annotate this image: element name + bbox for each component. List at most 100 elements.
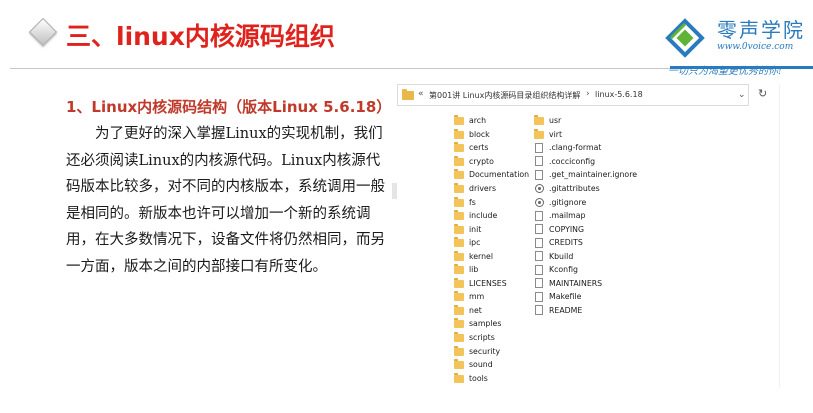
file-icon [535, 156, 543, 167]
file-name: tools [469, 373, 488, 383]
file-list-item[interactable]: lib [454, 263, 529, 277]
file-name: .clang-format [549, 143, 602, 153]
logo-mark-icon [665, 18, 705, 58]
file-name: scripts [469, 333, 495, 343]
folder-icon [454, 359, 464, 370]
folder-icon [454, 264, 464, 275]
file-name: samples [469, 319, 502, 329]
file-name: MAINTAINERS [549, 278, 603, 288]
file-name: LICENSES [469, 278, 507, 288]
file-name: kernel [469, 251, 494, 261]
file-list-item[interactable]: README [534, 304, 637, 318]
breadcrumb-separator-icon[interactable]: › [586, 89, 590, 99]
file-list-item[interactable]: kernel [454, 249, 529, 263]
file-name: block [469, 129, 490, 139]
file-list-item[interactable]: .cocciconfig [534, 155, 637, 169]
address-bar[interactable]: « 第001讲 Linux内核源码目录组织结构详解 › linux-5.6.18… [397, 84, 779, 106]
refresh-icon[interactable]: ↻ [758, 87, 767, 100]
file-list-item[interactable]: usr [534, 114, 637, 128]
logo-name: 零声学院 [717, 18, 805, 42]
file-list-item[interactable]: Kbuild [534, 249, 637, 263]
file-name: Makefile [549, 292, 582, 302]
file-icon [535, 169, 543, 180]
file-list-column-1: arch block certs crypto Documentation drivers… [454, 114, 529, 385]
breadcrumb-parent[interactable]: 第001讲 Linux内核源码目录组织结构详解 [429, 90, 580, 101]
file-name: .get_maintainer.ignore [549, 170, 638, 180]
body-paragraph: 为了更好的深入掌握Linux的实现机制，我们还必须阅读Linux的内核源代码。L… [66, 126, 385, 275]
file-list-item[interactable]: sound [454, 358, 529, 372]
folder-icon [454, 277, 464, 288]
file-list-item[interactable]: arch [454, 114, 529, 128]
file-list-item[interactable]: COPYING [534, 222, 637, 236]
folder-icon [454, 332, 464, 343]
file-list-item[interactable]: virt [534, 128, 637, 142]
file-list-item[interactable]: Documentation [454, 168, 529, 182]
file-list-item[interactable]: fs [454, 195, 529, 209]
file-icon [535, 305, 543, 316]
file-name: usr [549, 116, 562, 126]
file-list-item[interactable]: ipc [454, 236, 529, 250]
file-list-item[interactable]: CREDITS [534, 236, 637, 250]
logo-url: www.0voice.com [717, 42, 794, 52]
file-list-item[interactable]: .clang-format [534, 141, 637, 155]
file-list-item[interactable]: MAINTAINERS [534, 277, 637, 291]
folder-icon [454, 128, 464, 139]
file-icon [535, 278, 543, 289]
file-name: README [549, 305, 583, 315]
file-list-item[interactable]: crypto [454, 155, 529, 169]
file-name: .gitignore [549, 197, 587, 207]
file-name: CREDITS [549, 238, 583, 248]
breadcrumb-current[interactable]: linux-5.6.18 [595, 90, 643, 99]
file-list-item[interactable]: security [454, 344, 529, 358]
file-name: drivers [469, 184, 496, 193]
brand-logo: 零声学院 www.0voice.com [660, 8, 813, 68]
file-name: .mailmap [549, 211, 586, 221]
file-name: Kconfig [549, 265, 578, 275]
file-list-item[interactable]: .gitignore [534, 195, 637, 209]
file-list-item[interactable]: .gitattributes [534, 182, 637, 196]
file-name: virt [549, 129, 563, 139]
address-dropdown-icon[interactable]: ⌄ [738, 90, 746, 100]
file-name: Kbuild [549, 251, 574, 261]
folder-icon [534, 115, 544, 126]
slide-header: 三、linux内核源码组织 零声学院 www.0voice.com [0, 0, 813, 70]
folder-icon [454, 142, 464, 153]
folder-icon [454, 155, 464, 166]
file-icon [535, 210, 543, 221]
file-list-item[interactable]: drivers [454, 182, 529, 196]
file-name: COPYING [549, 224, 585, 234]
file-name: crypto [469, 156, 494, 166]
folder-icon [402, 89, 414, 100]
file-icon [535, 251, 543, 262]
file-name: certs [469, 143, 489, 153]
folder-icon [454, 223, 464, 234]
file-list-item[interactable]: net [454, 304, 529, 318]
file-list-item[interactable]: Kconfig [534, 263, 637, 277]
file-name: .gitattributes [549, 184, 600, 193]
section-subheading: 1、Linux内核源码结构（版本Linux 5.6.18） [66, 98, 392, 116]
file-list-item[interactable]: scripts [454, 331, 529, 345]
file-list-item[interactable]: samples [454, 317, 529, 331]
file-list-item[interactable]: include [454, 209, 529, 223]
file-list-item[interactable]: init [454, 222, 529, 236]
file-list-item[interactable]: block [454, 128, 529, 142]
file-list-item[interactable]: .get_maintainer.ignore [534, 168, 637, 182]
address-box[interactable]: « 第001讲 Linux内核源码目录组织结构详解 › linux-5.6.18… [397, 84, 749, 106]
file-list-item[interactable]: mm [454, 290, 529, 304]
file-list-item[interactable]: .mailmap [534, 209, 637, 223]
folder-icon [454, 318, 464, 329]
folder-icon [454, 210, 464, 221]
file-list-item[interactable]: Makefile [534, 290, 637, 304]
file-list-column-2: usr virt .clang-format .cocciconfig .get_mai… [534, 114, 637, 317]
file-list-item[interactable]: tools [454, 371, 529, 385]
file-name: arch [469, 116, 487, 126]
file-list-item[interactable]: certs [454, 141, 529, 155]
overflow-arrows-icon[interactable]: « [418, 89, 424, 99]
file-name: .cocciconfig [549, 156, 596, 166]
file-icon [535, 264, 543, 275]
brand-slogan: 一切只为渴望更优秀的你! [668, 66, 783, 77]
file-list-item[interactable]: LICENSES [454, 277, 529, 291]
title-diamond-icon [28, 17, 58, 47]
file-name: fs [469, 197, 476, 207]
folder-icon [454, 196, 464, 207]
